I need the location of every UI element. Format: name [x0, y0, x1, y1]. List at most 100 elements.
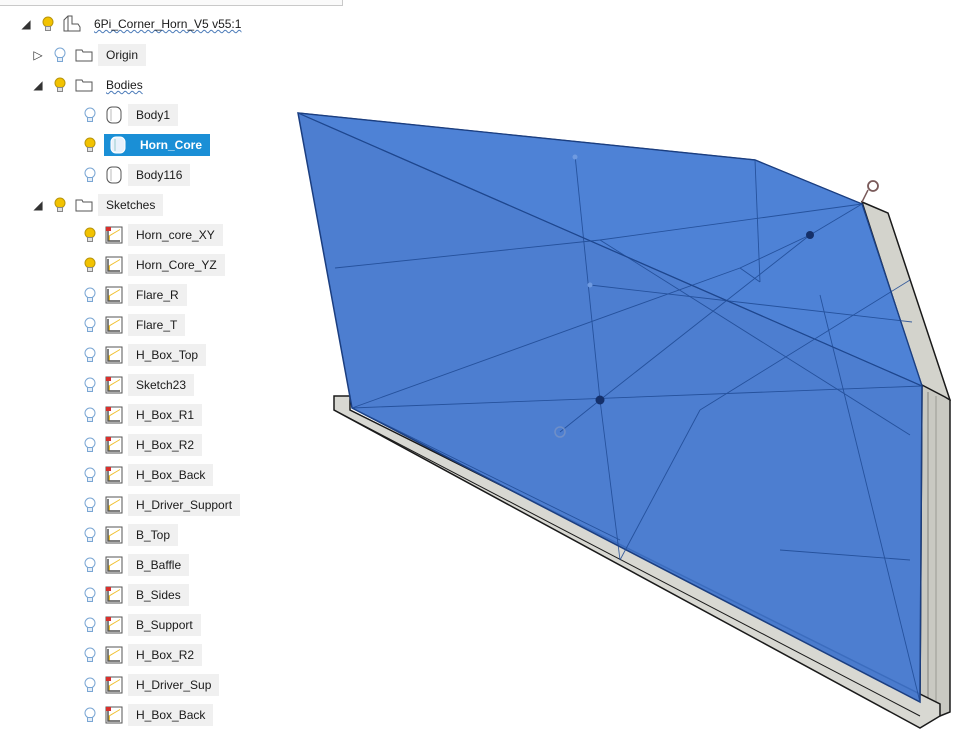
- sketch-label[interactable]: H_Driver_Sup: [128, 674, 220, 696]
- lightbulb-on-icon[interactable]: [82, 226, 98, 244]
- lightbulb-on-icon[interactable]: [40, 15, 56, 33]
- component-icon: [62, 15, 82, 33]
- sketch-warning-icon: [104, 616, 124, 634]
- tree-node-sketch[interactable]: H_Box_Top: [82, 343, 207, 367]
- sketch-label[interactable]: Horn_Core_YZ: [128, 254, 225, 276]
- lightbulb-on-icon[interactable]: [82, 136, 98, 154]
- folder-icon: [74, 46, 94, 64]
- tree-node-sketch[interactable]: H_Box_R2: [82, 433, 203, 457]
- tree-node-sketch[interactable]: B_Top: [82, 523, 179, 547]
- lightbulb-off-icon[interactable]: [82, 346, 98, 364]
- tree-node-sketch[interactable]: Flare_R: [82, 283, 187, 307]
- tree-node-bodies[interactable]: ◢ Bodies: [30, 73, 151, 97]
- tree-node-sketch[interactable]: Sketch23: [82, 373, 195, 397]
- lightbulb-off-icon[interactable]: [82, 106, 98, 124]
- lightbulb-off-icon[interactable]: [82, 616, 98, 634]
- sketch-point[interactable]: [587, 282, 593, 288]
- lightbulb-off-icon[interactable]: [82, 316, 98, 334]
- tree-node-body[interactable]: Body1: [82, 103, 179, 127]
- sketch-icon: [104, 526, 124, 544]
- lightbulb-off-icon[interactable]: [82, 676, 98, 694]
- sketch-label[interactable]: H_Box_R2: [128, 644, 203, 666]
- lightbulb-off-icon[interactable]: [82, 286, 98, 304]
- tree-node-body[interactable]: Body116: [82, 163, 191, 187]
- tree-node-sketch[interactable]: H_Box_Back: [82, 703, 214, 727]
- sketch-icon: [104, 646, 124, 664]
- expand-triangle-icon[interactable]: ▷: [30, 47, 46, 63]
- sketch-icon: [104, 316, 124, 334]
- tree-node-sketch[interactable]: Flare_T: [82, 313, 186, 337]
- sketch-label[interactable]: Flare_T: [128, 314, 186, 336]
- browser-header-edge: [0, 0, 343, 6]
- sketch-label[interactable]: B_Baffle: [128, 554, 190, 576]
- tree-node-sketch[interactable]: Horn_Core_YZ: [82, 253, 225, 277]
- lightbulb-off-icon[interactable]: [82, 496, 98, 514]
- collapse-triangle-icon[interactable]: ◢: [30, 77, 46, 93]
- tree-label-sketches[interactable]: Sketches: [98, 194, 164, 216]
- lightbulb-on-icon[interactable]: [52, 76, 68, 94]
- tree-node-root[interactable]: ◢ 6Pi_Corner_Horn_V5 v55:1: [18, 12, 249, 36]
- tree-node-sketches[interactable]: ◢ Sketches: [30, 193, 164, 217]
- selected-row-highlight[interactable]: Horn_Core: [104, 134, 211, 156]
- tree-node-origin[interactable]: ▷ Origin: [30, 43, 147, 67]
- sketch-warning-icon: [104, 466, 124, 484]
- sketch-label[interactable]: B_Support: [128, 614, 201, 636]
- sketch-label[interactable]: B_Top: [128, 524, 179, 546]
- sketch-label[interactable]: H_Driver_Support: [128, 494, 241, 516]
- collapse-triangle-icon[interactable]: ◢: [30, 197, 46, 213]
- sketch-label[interactable]: Horn_core_XY: [128, 224, 223, 246]
- sketch-label[interactable]: B_Sides: [128, 584, 189, 606]
- tree-node-sketch[interactable]: Horn_core_XY: [82, 223, 223, 247]
- tree-label-origin[interactable]: Origin: [98, 44, 147, 66]
- sketch-label[interactable]: H_Box_R1: [128, 404, 203, 426]
- sketch-label[interactable]: Flare_R: [128, 284, 187, 306]
- lightbulb-off-icon[interactable]: [82, 706, 98, 724]
- lightbulb-off-icon[interactable]: [82, 436, 98, 454]
- sketch-warning-icon: [104, 436, 124, 454]
- body-icon: [104, 166, 124, 184]
- body-label[interactable]: Body1: [128, 104, 179, 126]
- lightbulb-off-icon[interactable]: [82, 646, 98, 664]
- sketch-label[interactable]: H_Box_Back: [128, 464, 214, 486]
- collapse-triangle-icon[interactable]: ◢: [18, 16, 34, 32]
- sketch-warning-icon: [104, 406, 124, 424]
- lightbulb-on-icon[interactable]: [52, 196, 68, 214]
- tree-node-sketch[interactable]: B_Baffle: [82, 553, 190, 577]
- lightbulb-on-icon[interactable]: [82, 256, 98, 274]
- origin-point-marker[interactable]: [867, 180, 879, 192]
- sketch-label[interactable]: Sketch23: [128, 374, 195, 396]
- sketch-warning-icon: [104, 676, 124, 694]
- sketch-warning-icon: [104, 706, 124, 724]
- lightbulb-off-icon[interactable]: [52, 46, 68, 64]
- tree-node-body[interactable]: Horn_Core: [82, 133, 211, 157]
- body-label[interactable]: Body116: [128, 164, 191, 186]
- tree-node-sketch[interactable]: H_Box_Back: [82, 463, 214, 487]
- body-wall-side[interactable]: [919, 383, 951, 717]
- tree-node-sketch[interactable]: H_Box_R2: [82, 643, 203, 667]
- tree-node-sketch[interactable]: B_Support: [82, 613, 201, 637]
- sketch-label[interactable]: H_Box_Back: [128, 704, 214, 726]
- sketch-point[interactable]: [572, 154, 578, 160]
- lightbulb-off-icon[interactable]: [82, 526, 98, 544]
- sketch-label[interactable]: H_Box_R2: [128, 434, 203, 456]
- sketch-label[interactable]: H_Box_Top: [128, 344, 207, 366]
- lightbulb-off-icon[interactable]: [82, 166, 98, 184]
- sketch-icon: [104, 346, 124, 364]
- sketch-icon: [104, 286, 124, 304]
- sketch-point[interactable]: [806, 231, 814, 239]
- tree-node-sketch[interactable]: H_Box_R1: [82, 403, 203, 427]
- sketch-warning-icon: [104, 376, 124, 394]
- tree-node-sketch[interactable]: H_Driver_Support: [82, 493, 241, 517]
- tree-node-sketch[interactable]: B_Sides: [82, 583, 189, 607]
- sketch-point[interactable]: [595, 395, 605, 405]
- lightbulb-off-icon[interactable]: [82, 376, 98, 394]
- folder-icon: [74, 76, 94, 94]
- lightbulb-off-icon[interactable]: [82, 466, 98, 484]
- tree-label-root[interactable]: 6Pi_Corner_Horn_V5 v55:1: [86, 13, 249, 35]
- tree-node-sketch[interactable]: H_Driver_Sup: [82, 673, 220, 697]
- body-label[interactable]: Horn_Core: [132, 134, 211, 156]
- lightbulb-off-icon[interactable]: [82, 586, 98, 604]
- lightbulb-off-icon[interactable]: [82, 556, 98, 574]
- tree-label-bodies[interactable]: Bodies: [98, 74, 151, 96]
- lightbulb-off-icon[interactable]: [82, 406, 98, 424]
